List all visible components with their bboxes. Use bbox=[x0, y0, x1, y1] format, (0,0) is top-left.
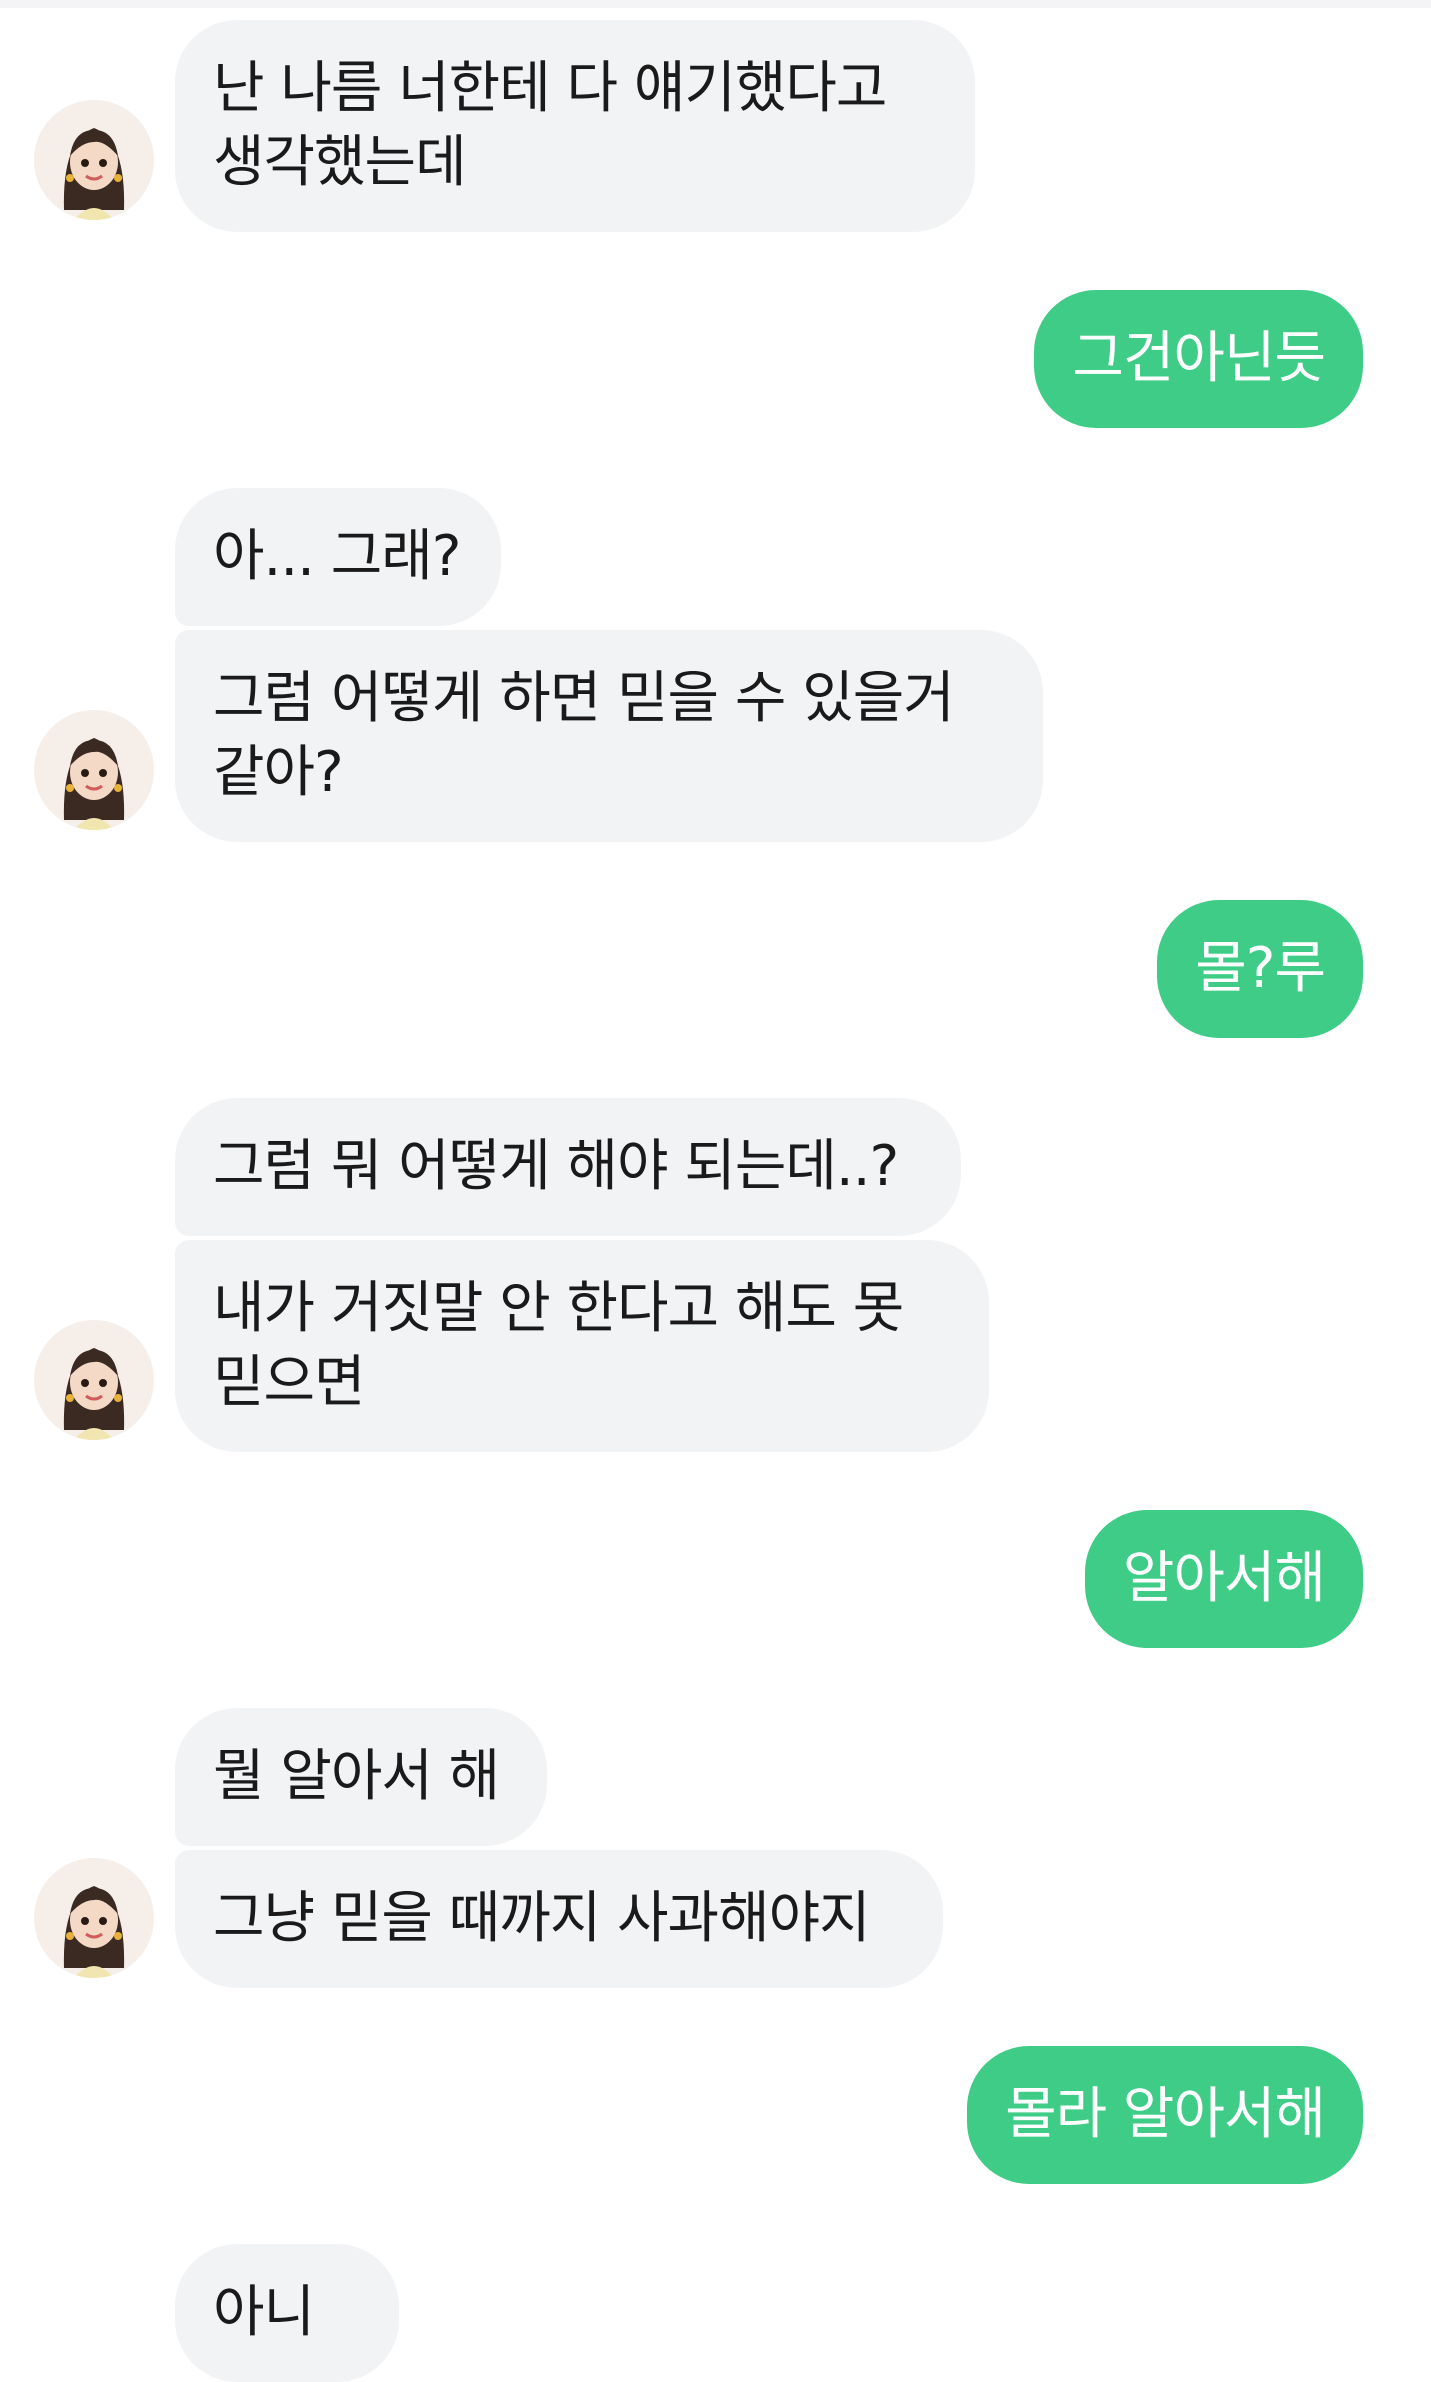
top-edge bbox=[0, 0, 1431, 8]
incoming-message[interactable]: 그럼 뭐 어떻게 해야 되는데..? bbox=[175, 1098, 961, 1236]
incoming-message[interactable]: 내가 거짓말 안 한다고 해도 못 믿으면 bbox=[175, 1240, 989, 1452]
avatar-icon[interactable] bbox=[34, 1858, 154, 1978]
incoming-message[interactable]: 그럼 어떻게 하면 믿을 수 있을거 같아? bbox=[175, 630, 1043, 842]
incoming-message[interactable]: 아... 그래? bbox=[175, 488, 501, 626]
avatar-icon[interactable] bbox=[34, 100, 154, 220]
incoming-message[interactable]: 아니 bbox=[175, 2244, 399, 2382]
incoming-message[interactable]: 난 나름 너한테 다 얘기했다고 생각했는데 bbox=[175, 20, 975, 232]
avatar-icon[interactable] bbox=[34, 1320, 154, 1440]
outgoing-message[interactable]: 몰?루 bbox=[1157, 900, 1363, 1038]
outgoing-message[interactable]: 알아서해 bbox=[1084, 1510, 1363, 1648]
incoming-message[interactable]: 뭘 알아서 해 bbox=[175, 1708, 547, 1846]
outgoing-message[interactable]: 몰라 알아서해 bbox=[967, 2046, 1363, 2184]
outgoing-message[interactable]: 그건아닌듯 bbox=[1034, 290, 1363, 428]
incoming-message[interactable]: 그냥 믿을 때까지 사과해야지 bbox=[175, 1850, 943, 1988]
avatar-icon[interactable] bbox=[34, 710, 154, 830]
